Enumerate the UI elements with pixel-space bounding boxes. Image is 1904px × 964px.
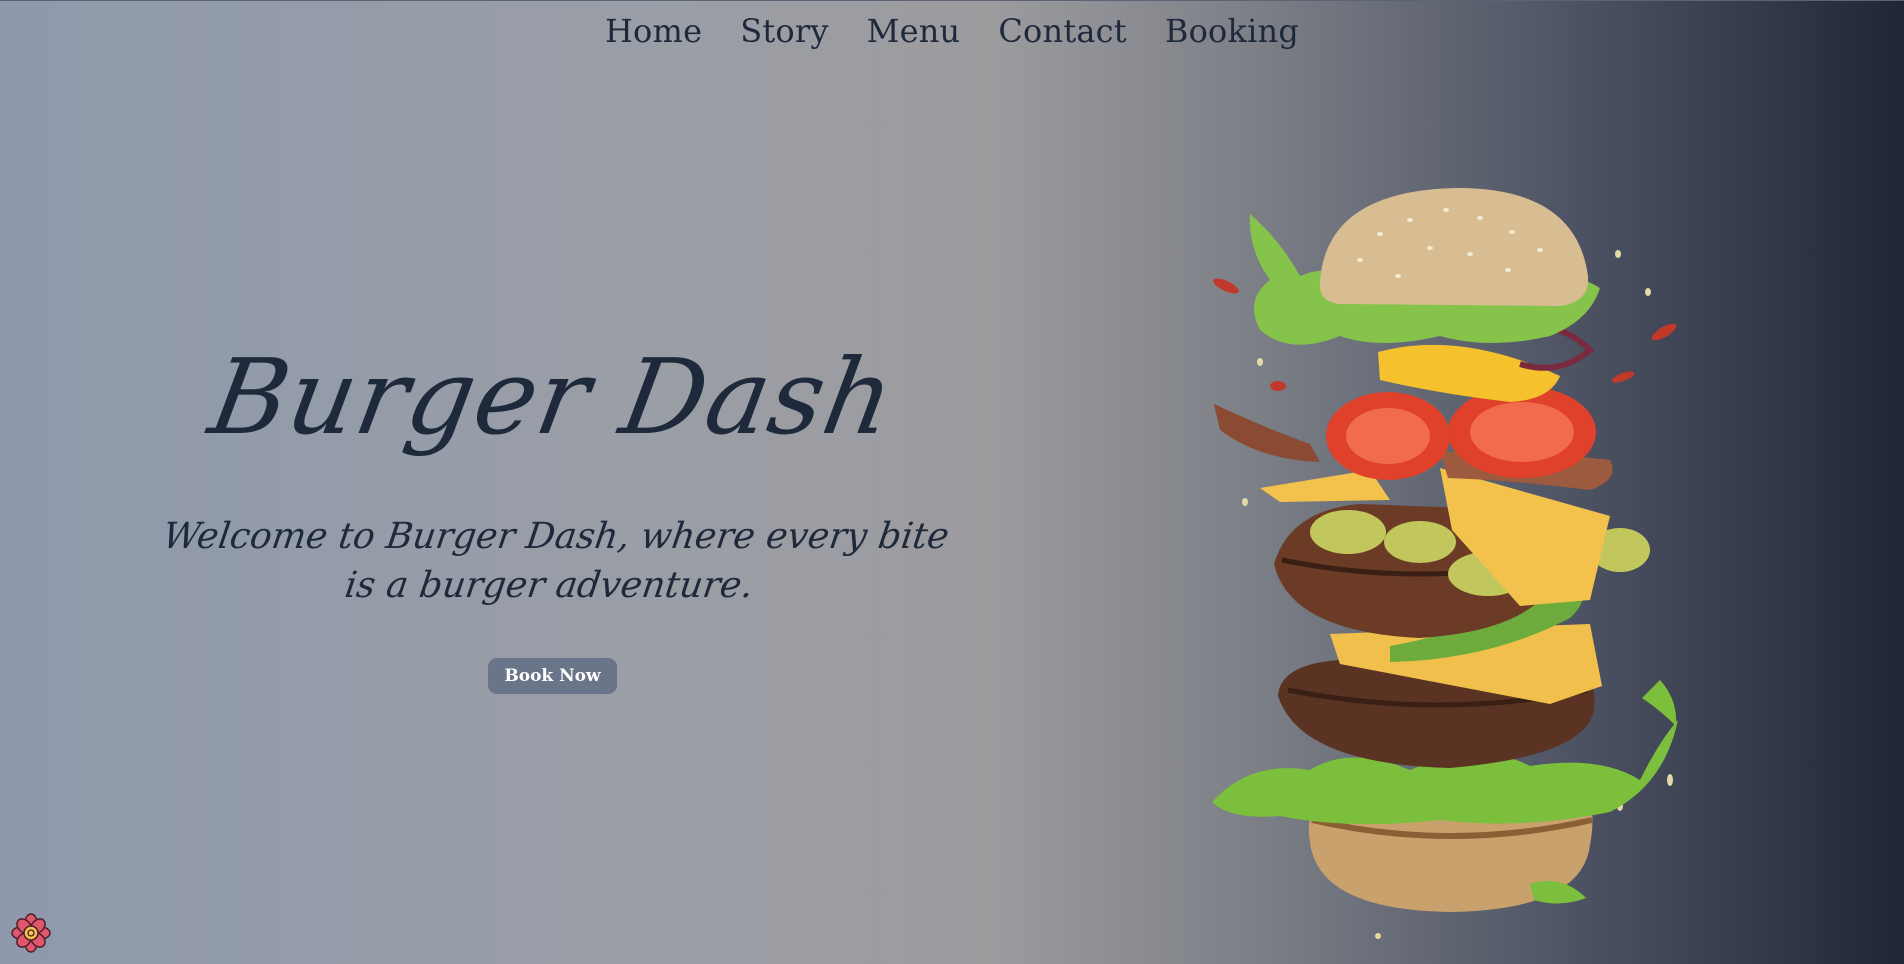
hero-subtitle: Welcome to Burger Dash, where every bite…: [160, 516, 952, 607]
nav-story-link[interactable]: Story: [740, 12, 828, 50]
nav-contact-link[interactable]: Contact: [998, 12, 1126, 50]
react-flower-icon[interactable]: [10, 912, 52, 954]
hero-title: Burger Dash: [201, 336, 904, 458]
hero-section: Burger Dash Welcome to Burger Dash, wher…: [150, 336, 955, 695]
nav-menu-link[interactable]: Menu: [867, 12, 961, 50]
nav-booking-link[interactable]: Booking: [1165, 12, 1299, 50]
main-nav: Home Story Menu Contact Booking: [0, 12, 1904, 50]
book-now-button[interactable]: Book Now: [488, 658, 617, 695]
burger-image: [1190, 180, 1690, 940]
top-border-line: [0, 0, 1904, 1]
nav-home-link[interactable]: Home: [605, 12, 702, 50]
